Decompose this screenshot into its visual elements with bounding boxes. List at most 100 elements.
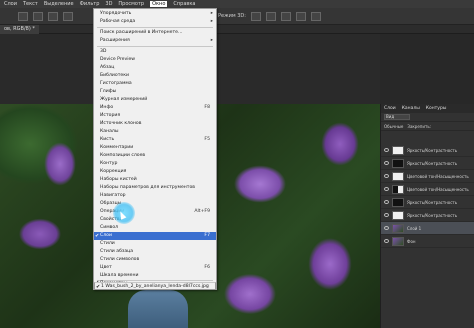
document-tab-bar: ов, RGB/8) * [0, 25, 474, 34]
layer-name: Слой 1 [407, 225, 422, 231]
menu-item-character-styles[interactable]: Стили символов [94, 256, 216, 264]
lock-label: Закрепить: [407, 123, 432, 129]
menu-item-device-preview[interactable]: Device Preview [94, 56, 216, 64]
layer-name: Цветовой тон/Насыщенность [407, 186, 469, 192]
menu-item-timeline[interactable]: Шкала времени [94, 272, 216, 280]
menu-item-find-extensions[interactable]: Поиск расширений в Интернете... [94, 29, 216, 37]
checkmark-icon: ✔ [95, 233, 100, 239]
layer-mask-thumbnail [392, 197, 404, 207]
layer-mask-thumbnail [392, 171, 404, 181]
blend-mode-select[interactable]: Обычные [384, 124, 403, 129]
tool-option-button[interactable] [63, 11, 73, 21]
menu-item-brush[interactable]: Кисть F5 [94, 136, 216, 144]
layer-mask-thumbnail [392, 210, 404, 220]
layer-name: Цветовой тон/Насыщенность [407, 173, 469, 179]
menu-item-adjustments[interactable]: Коррекция [94, 168, 216, 176]
layer-mask-thumbnail [392, 158, 404, 168]
menu-item-paragraph[interactable]: Абзац [94, 64, 216, 72]
3d-slide-icon[interactable] [295, 11, 306, 21]
layer-name: Яркость/Контрастность [407, 212, 458, 218]
submenu-arrow-icon: ▸ [210, 11, 213, 16]
kind-filter-select[interactable]: Вид [384, 114, 410, 120]
menu-item-open-document[interactable]: ✔ 1 Was_bush_2_by_anelianya_lenda-d8l7ccs… [94, 282, 216, 290]
menu-item-paragraph-styles[interactable]: Стили абзаца [94, 248, 216, 256]
menu-window[interactable]: Окно [150, 1, 168, 7]
menu-item-glyphs[interactable]: Глифы [94, 88, 216, 96]
menu-item-layer-comps[interactable]: Композиции слоев [94, 152, 216, 160]
menu-separator [97, 46, 213, 47]
layer-row[interactable]: Яркость/Контрастность [381, 144, 474, 157]
layer-row[interactable]: Цветовой тон/Насыщенность [381, 170, 474, 183]
3d-roll-icon[interactable] [265, 11, 276, 21]
eye-icon[interactable] [384, 213, 389, 217]
eye-icon[interactable] [384, 174, 389, 178]
layer-thumbnail [392, 236, 404, 246]
menu-view[interactable]: Просмотр [118, 1, 144, 7]
eye-icon[interactable] [384, 161, 389, 165]
menu-item-notes[interactable]: Комментарии [94, 144, 216, 152]
options-bar: Режим 3D: [0, 8, 474, 25]
menu-item-measurement-log[interactable]: Журнал измерений [94, 96, 216, 104]
tool-option-button[interactable] [48, 11, 58, 21]
layer-name: Яркость/Контрастность [407, 147, 458, 153]
eye-icon[interactable] [384, 187, 389, 191]
menu-3d[interactable]: 3D [105, 1, 112, 7]
blend-row: Обычные Закрепить: [381, 122, 474, 131]
menu-layers[interactable]: Слои [4, 1, 17, 7]
tab-paths[interactable]: Контуры [426, 106, 447, 111]
checkmark-icon: ✔ [96, 284, 101, 290]
menu-item-layers[interactable]: ✔ Слои F7 [94, 232, 216, 240]
layer-row[interactable]: Яркость/Контрастность [381, 157, 474, 170]
menu-item-color[interactable]: Цвет F6 [94, 264, 216, 272]
menu-item-brush-presets[interactable]: Наборы кистей [94, 176, 216, 184]
layer-row[interactable]: Цветовой тон/Насыщенность [381, 183, 474, 196]
eye-icon[interactable] [384, 200, 389, 204]
menu-item-extensions[interactable]: Расширения ▸ [94, 37, 216, 45]
3d-pan-icon[interactable] [280, 11, 291, 21]
menu-item-styles[interactable]: Стили [94, 240, 216, 248]
menu-select[interactable]: Выделение [44, 1, 74, 7]
menu-item-3d[interactable]: 3D [94, 48, 216, 56]
document-tab[interactable]: ов, RGB/8) * [0, 25, 39, 34]
menu-item-libraries[interactable]: Библиотеки [94, 72, 216, 80]
layers-panel: Слои Каналы Контуры Вид Обычные Закрепит… [380, 104, 474, 328]
menu-item-navigator[interactable]: Навигатор [94, 192, 216, 200]
menu-item-history[interactable]: История [94, 112, 216, 120]
tab-channels[interactable]: Каналы [402, 106, 420, 111]
menu-item-clone-source[interactable]: Источник клонов [94, 120, 216, 128]
layer-row-selected[interactable]: Слой 1 [381, 222, 474, 235]
menu-item-paths[interactable]: Контур [94, 160, 216, 168]
menu-filter[interactable]: Фильтр [80, 1, 100, 7]
layers-list: Яркость/Контрастность Яркость/Контрастно… [381, 144, 474, 248]
menu-item-character[interactable]: Символ [94, 224, 216, 232]
3d-rotate-icon[interactable] [250, 11, 261, 21]
tool-option-button[interactable] [18, 11, 28, 21]
eye-icon[interactable] [384, 226, 389, 230]
tool-option-button[interactable] [33, 11, 43, 21]
layer-row[interactable]: Яркость/Контрастность [381, 196, 474, 209]
menu-item-histogram[interactable]: Гистограмма [94, 80, 216, 88]
menu-item-arrange[interactable]: Упорядочить ▸ [94, 10, 216, 18]
menu-item-channels[interactable]: Каналы [94, 128, 216, 136]
menu-item-info[interactable]: Инфо F8 [94, 104, 216, 112]
menu-item-tool-presets[interactable]: Наборы параметров для инструментов [94, 184, 216, 192]
menu-item-swatches[interactable]: Образцы [94, 200, 216, 208]
layer-row[interactable]: Фон [381, 235, 474, 248]
layer-filter-row: Вид [381, 113, 474, 122]
layer-row[interactable]: Яркость/Контрастность [381, 209, 474, 222]
layer-name: Яркость/Контрастность [407, 160, 458, 166]
eye-icon[interactable] [384, 148, 389, 152]
eye-icon[interactable] [384, 239, 389, 243]
menu-help[interactable]: Справка [173, 1, 195, 7]
submenu-arrow-icon: ▸ [210, 38, 213, 43]
layer-mask-thumbnail [392, 145, 404, 155]
menu-item-workspace[interactable]: Рабочая среда ▸ [94, 18, 216, 26]
photo-subject [128, 290, 188, 328]
3d-scale-icon[interactable] [310, 11, 321, 21]
tab-layers[interactable]: Слои [384, 106, 396, 111]
menu-separator [97, 27, 213, 28]
menu-item-properties[interactable]: Свойства [94, 216, 216, 224]
menu-text[interactable]: Текст [23, 1, 38, 7]
submenu-arrow-icon: ▸ [210, 19, 213, 24]
layer-mask-thumbnail [392, 184, 404, 194]
